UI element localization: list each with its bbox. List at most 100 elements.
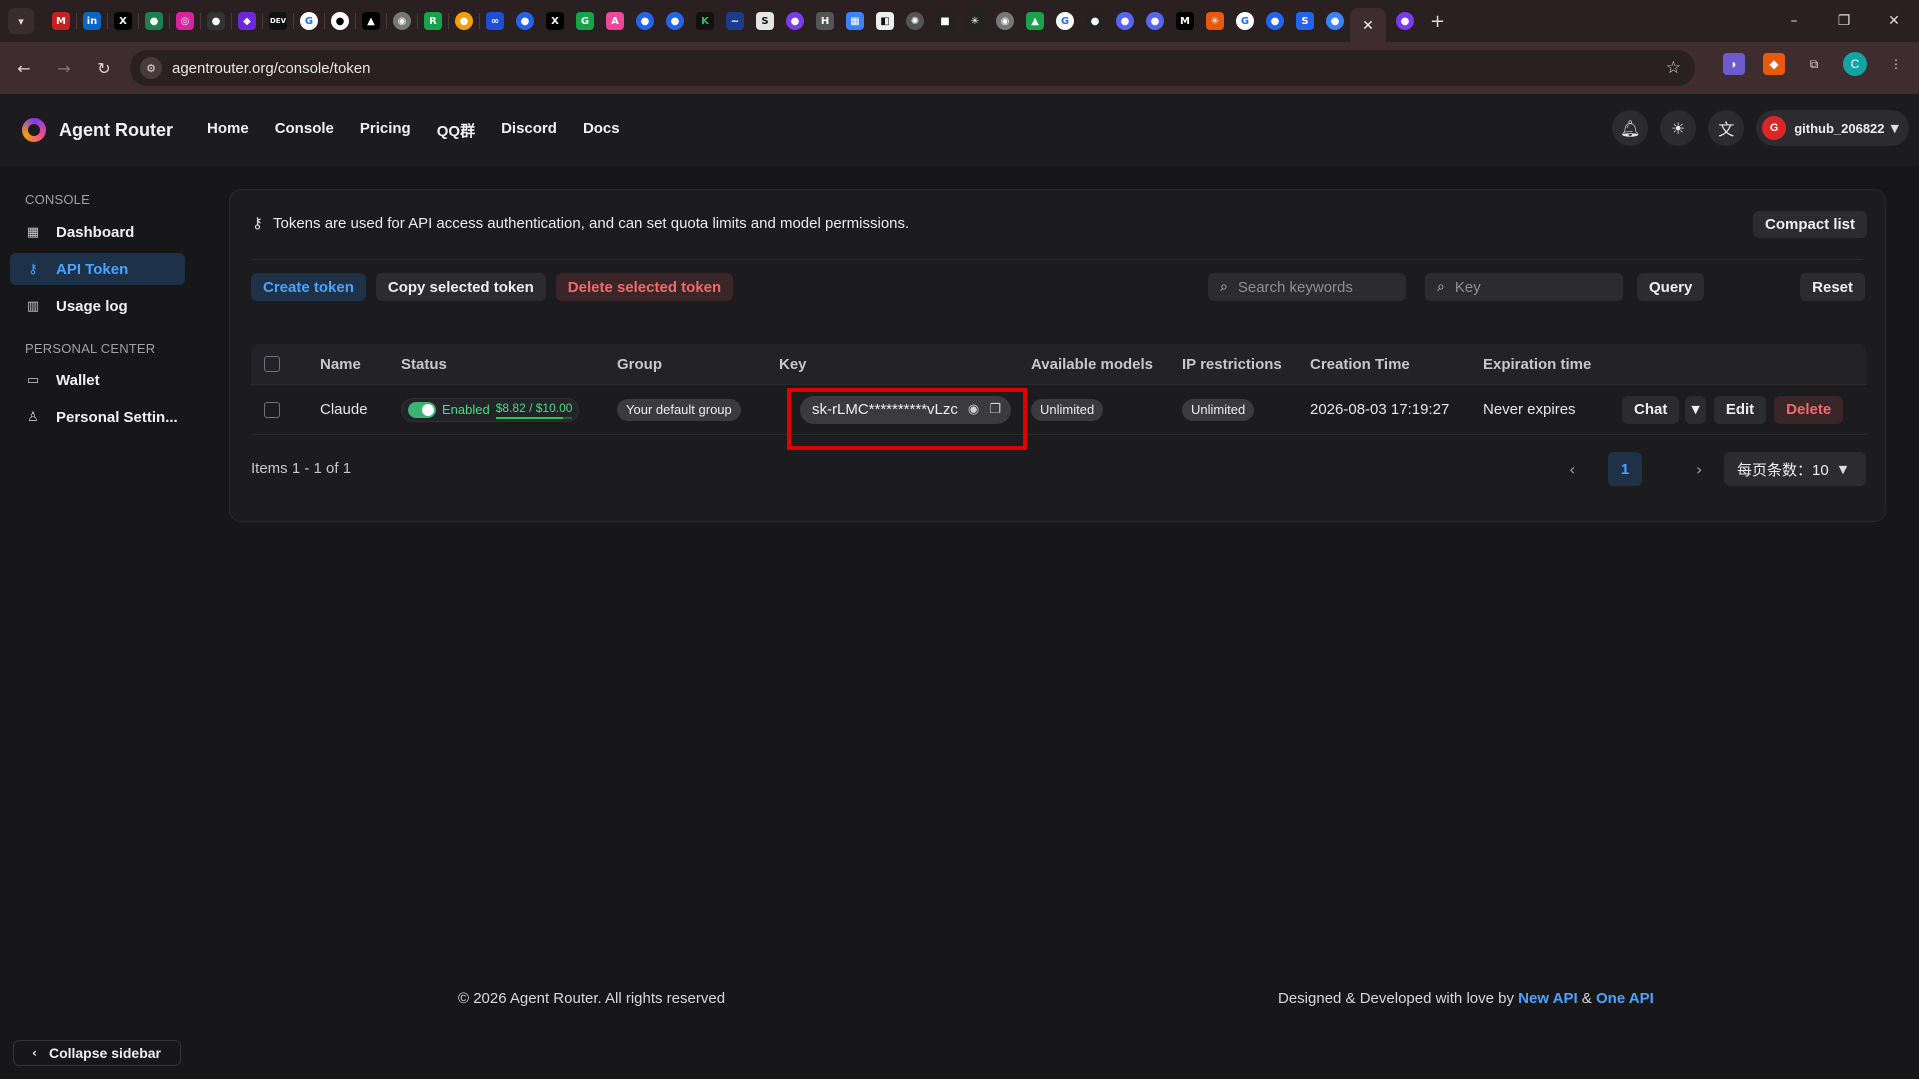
- gmail-tab-icon[interactable]: M: [52, 12, 70, 30]
- tab-icon[interactable]: ✳: [966, 12, 984, 30]
- extension-icon[interactable]: ◗: [1723, 53, 1745, 75]
- restore-icon[interactable]: ❐: [1819, 13, 1869, 29]
- new-tab-icon[interactable]: +: [1430, 11, 1445, 32]
- header-name[interactable]: Name: [320, 344, 361, 384]
- delete-selected-token-button[interactable]: Delete selected token: [555, 273, 734, 301]
- url-text[interactable]: agentrouter.org/console/token: [172, 60, 370, 77]
- nav-home[interactable]: Home: [207, 120, 249, 141]
- enabled-toggle[interactable]: [408, 401, 436, 418]
- tab-icon[interactable]: A: [606, 12, 624, 30]
- tab-icon[interactable]: ●: [145, 12, 163, 30]
- tab-icon[interactable]: ●: [516, 12, 534, 30]
- edit-button[interactable]: Edit: [1713, 395, 1767, 424]
- search-keywords-input[interactable]: ⌕ Search keywords: [1208, 273, 1406, 301]
- header-group[interactable]: Group: [617, 344, 662, 384]
- create-token-button[interactable]: Create token: [251, 273, 366, 301]
- back-icon[interactable]: ←: [8, 52, 40, 84]
- agent-router-logo[interactable]: [22, 118, 46, 142]
- sidebar-item-api-token[interactable]: ⚷ API Token: [10, 253, 185, 285]
- drive-tab-icon[interactable]: ▲: [1026, 12, 1044, 30]
- sidebar-item-wallet[interactable]: ▭ Wallet: [10, 364, 185, 396]
- nav-docs[interactable]: Docs: [583, 120, 620, 141]
- github-tab-icon[interactable]: ●: [331, 12, 349, 30]
- tab-icon[interactable]: ▦: [846, 12, 864, 30]
- bookmark-star-icon[interactable]: ☆: [1666, 58, 1681, 78]
- sidebar-item-dashboard[interactable]: ▦ Dashboard: [10, 216, 185, 248]
- collapse-sidebar-button[interactable]: ‹ Collapse sidebar: [13, 1040, 181, 1066]
- new-api-link[interactable]: New API: [1518, 990, 1577, 1007]
- one-api-link[interactable]: One API: [1596, 990, 1654, 1007]
- user-menu[interactable]: G github_206822 ▼: [1756, 110, 1909, 146]
- copy-icon[interactable]: ❐: [989, 402, 1001, 417]
- row-checkbox[interactable]: [264, 385, 280, 434]
- nav-qq-group[interactable]: QQ群: [437, 120, 475, 141]
- tab-close-icon[interactable]: ✕: [1362, 17, 1374, 34]
- instagram-tab-icon[interactable]: ◎: [176, 12, 194, 30]
- tab-icon[interactable]: S: [1296, 12, 1314, 30]
- page-1-button[interactable]: 1: [1608, 452, 1642, 486]
- extensions-puzzle-icon[interactable]: ⧉: [1803, 53, 1825, 75]
- tab-icon[interactable]: S: [756, 12, 774, 30]
- tab-icon[interactable]: ■: [936, 12, 954, 30]
- tab-icon[interactable]: K: [696, 12, 714, 30]
- header-ip-restrictions[interactable]: IP restrictions: [1182, 344, 1282, 384]
- tab-icon[interactable]: G: [576, 12, 594, 30]
- discord-tab-icon[interactable]: ●: [1146, 12, 1164, 30]
- header-status[interactable]: Status: [401, 344, 447, 384]
- query-button[interactable]: Query: [1637, 273, 1705, 301]
- tab-icon[interactable]: R: [424, 12, 442, 30]
- tab-icon[interactable]: ●: [786, 12, 804, 30]
- url-input[interactable]: ⚙ agentrouter.org/console/token ☆: [130, 50, 1695, 86]
- minimize-icon[interactable]: –: [1769, 13, 1819, 29]
- medium-tab-icon[interactable]: M: [1176, 12, 1194, 30]
- window-close-icon[interactable]: ✕: [1869, 13, 1919, 29]
- select-all-checkbox[interactable]: [264, 344, 280, 384]
- dev-tab-icon[interactable]: DEV: [269, 12, 287, 30]
- language-icon[interactable]: 文: [1708, 110, 1745, 146]
- eye-icon[interactable]: ◉: [968, 402, 979, 417]
- google-tab-icon[interactable]: G: [1236, 12, 1254, 30]
- chat-button[interactable]: Chat: [1622, 395, 1680, 424]
- delete-button[interactable]: Delete: [1774, 395, 1844, 424]
- metamask-icon[interactable]: ◆: [1763, 53, 1785, 75]
- google-tab-icon[interactable]: G: [1056, 12, 1074, 30]
- compact-list-button[interactable]: Compact list: [1752, 211, 1867, 238]
- linkedin-tab-icon[interactable]: in: [83, 12, 101, 30]
- chat-dropdown-icon[interactable]: ▼: [1685, 395, 1706, 424]
- key-search-input[interactable]: ⌕ Key: [1425, 273, 1623, 301]
- nav-pricing[interactable]: Pricing: [360, 120, 411, 141]
- tab-icon[interactable]: ▲: [362, 12, 380, 30]
- nav-console[interactable]: Console: [275, 120, 334, 141]
- tab-icon[interactable]: ◉: [996, 12, 1014, 30]
- tab-icon[interactable]: H: [816, 12, 834, 30]
- header-key[interactable]: Key: [779, 344, 807, 384]
- notification-bell-icon[interactable]: 🔔︎: [1612, 110, 1649, 146]
- active-tab[interactable]: ✕: [1350, 8, 1386, 42]
- sidebar-item-usage-log[interactable]: ▥ Usage log: [10, 290, 185, 322]
- google-tab-icon[interactable]: G: [300, 12, 318, 30]
- tab-icon[interactable]: ●: [455, 12, 473, 30]
- discord-tab-icon[interactable]: ●: [1116, 12, 1134, 30]
- tab-icon[interactable]: ~: [726, 12, 744, 30]
- nav-discord[interactable]: Discord: [501, 120, 557, 141]
- reset-button[interactable]: Reset: [1800, 273, 1865, 301]
- meta-tab-icon[interactable]: ∞: [486, 12, 504, 30]
- tab-icon[interactable]: ●: [1326, 12, 1344, 30]
- tab-icon[interactable]: ●: [207, 12, 225, 30]
- site-info-icon[interactable]: ⚙: [140, 57, 162, 79]
- x-tab-icon[interactable]: X: [114, 12, 132, 30]
- reload-icon[interactable]: ↻: [88, 52, 120, 84]
- header-available-models[interactable]: Available models: [1031, 344, 1153, 384]
- sidebar-item-personal-settings[interactable]: ♙ Personal Settin...: [10, 401, 185, 433]
- tab-icon[interactable]: ✳: [1206, 12, 1224, 30]
- page-size-select[interactable]: 每页条数：10 ▼: [1724, 452, 1866, 486]
- prev-page-icon[interactable]: ‹: [1569, 460, 1575, 479]
- theme-sun-icon[interactable]: ☀: [1660, 110, 1697, 146]
- tab-icon[interactable]: ◧: [876, 12, 894, 30]
- tab-icon[interactable]: ●: [666, 12, 684, 30]
- browser-menu-icon[interactable]: ⋮: [1885, 53, 1907, 75]
- x-tab-icon[interactable]: X: [546, 12, 564, 30]
- tab-icon[interactable]: ◆: [238, 12, 256, 30]
- copy-selected-token-button[interactable]: Copy selected token: [375, 273, 546, 301]
- tab-icon[interactable]: ●: [1396, 12, 1414, 30]
